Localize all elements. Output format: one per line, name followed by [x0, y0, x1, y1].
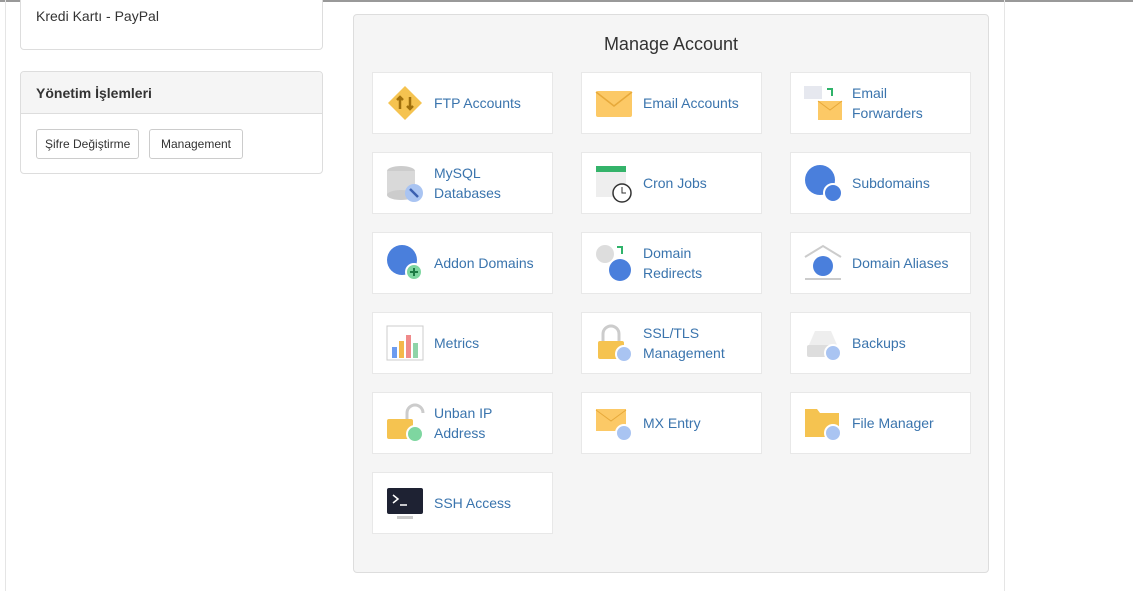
globe-redirect-icon: [596, 245, 631, 281]
envelope-gear-icon: [595, 409, 633, 442]
folder-gear-icon: [805, 409, 842, 442]
tile-ssl-tls-management[interactable]: SSL/TLS Management: [581, 312, 762, 374]
tile-domain-redirects[interactable]: Domain Redirects: [581, 232, 762, 294]
terminal-icon: [387, 488, 423, 519]
email-forward-icon: [804, 86, 843, 120]
tile-label: Domain Aliases: [852, 255, 949, 271]
drive-restore-icon: [807, 331, 842, 362]
tile-file-manager[interactable]: File Manager: [790, 392, 971, 454]
management-panel-title: Yönetim İşlemleri: [21, 72, 322, 114]
tile-domain-aliases[interactable]: Domain Aliases: [790, 232, 971, 294]
tile-metrics[interactable]: Metrics: [372, 312, 553, 374]
tile-label: Backups: [852, 335, 906, 351]
tile-label: File Manager: [852, 415, 934, 431]
payment-methods-text: Kredi Kartı - PayPal: [36, 8, 159, 24]
calendar-clock-icon: [596, 166, 632, 203]
tile-subdomains[interactable]: Subdomains: [790, 152, 971, 214]
tile-label: Metrics: [434, 335, 480, 351]
globe-house-icon: [804, 244, 842, 280]
divider: [5, 0, 6, 591]
tile-addon-domains[interactable]: Addon Domains: [372, 232, 553, 294]
tile-mx-entry[interactable]: MX Entry: [581, 392, 762, 454]
tile-ssh-access[interactable]: SSH Access: [372, 472, 553, 534]
tile-unban-ip-address[interactable]: Unban IP Address: [372, 392, 553, 454]
globe-icon: [805, 165, 843, 203]
payment-methods-card: Kredi Kartı - PayPal: [20, 0, 323, 50]
globe-plus-icon: [387, 245, 423, 281]
ftp-icon: [388, 86, 422, 120]
tile-label: Addon Domains: [434, 255, 534, 271]
tile-label: Email Forwarders: [852, 85, 923, 121]
tile-label: Unban IP Address: [434, 405, 493, 441]
tile-label: Domain Redirects: [643, 245, 703, 281]
unlock-ip-icon: [387, 403, 425, 443]
management-panel: Yönetim İşlemleri Şifre Değiştirme Manag…: [20, 71, 323, 174]
bar-chart-icon: [386, 325, 424, 361]
database-icon: [387, 166, 423, 202]
tile-email-forwarders[interactable]: Email Forwarders: [790, 72, 971, 134]
tile-backups[interactable]: Backups: [790, 312, 971, 374]
change-password-button[interactable]: Şifre Değiştirme: [36, 129, 140, 159]
tile-ftp-accounts[interactable]: FTP Accounts: [372, 72, 553, 134]
tile-label: MX Entry: [643, 415, 701, 431]
envelope-icon: [595, 91, 633, 117]
tile-mysql-databases[interactable]: MySQL Databases: [372, 152, 553, 214]
tile-cron-jobs[interactable]: Cron Jobs: [581, 152, 762, 214]
panel-title: Manage Account: [603, 34, 739, 54]
divider: [1004, 0, 1005, 591]
tile-label: MySQL Databases: [434, 165, 501, 201]
tile-label: Email Accounts: [643, 95, 739, 111]
tile-label: Cron Jobs: [643, 175, 707, 191]
manage-account-panel: Manage Account FTP Accounts Email Account…: [353, 14, 989, 573]
tile-email-accounts[interactable]: Email Accounts: [581, 72, 762, 134]
management-button[interactable]: Management: [149, 129, 243, 159]
tile-label: FTP Accounts: [434, 95, 521, 111]
tile-label: SSH Access: [434, 495, 512, 511]
tile-label: SSL/TLS Management: [643, 325, 725, 361]
lock-gear-icon: [598, 324, 633, 363]
tile-label: Subdomains: [852, 175, 930, 191]
